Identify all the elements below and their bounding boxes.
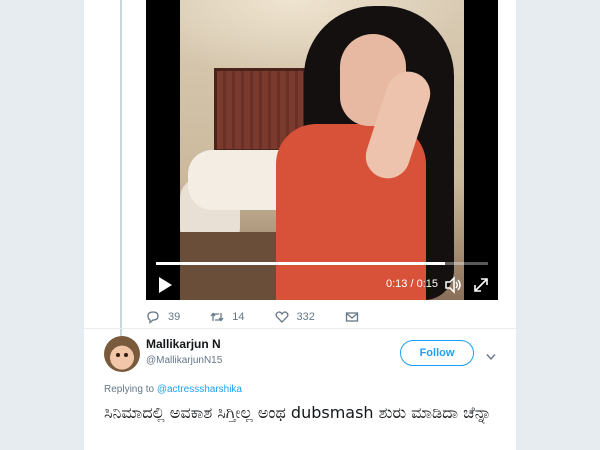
video-time: 0:13 / 0:15 (386, 278, 438, 290)
video-frame (180, 0, 464, 300)
divider (84, 328, 516, 329)
dm-button[interactable] (345, 310, 367, 324)
avatar[interactable] (104, 336, 140, 372)
like-count: 332 (296, 311, 315, 323)
replying-prefix: Replying to (104, 384, 155, 395)
play-icon[interactable] (156, 276, 174, 294)
retweet-button[interactable]: 14 (210, 310, 245, 324)
video-progress-bar[interactable] (156, 262, 488, 265)
replying-to: Replying to @actresssharshika (104, 384, 242, 395)
thread-line (120, 0, 122, 336)
video-progress-fill (156, 262, 445, 265)
volume-icon[interactable] (444, 276, 462, 294)
reply-count: 39 (168, 311, 181, 323)
retweet-icon (210, 310, 224, 324)
follow-button[interactable]: Follow (400, 340, 474, 366)
reply-icon (146, 310, 160, 324)
user-handle[interactable]: @MallikarjunN15 (146, 355, 222, 366)
video-player[interactable]: 0:13 / 0:15 (146, 0, 498, 300)
like-button[interactable]: 332 (274, 310, 315, 324)
user-name[interactable]: Mallikarjun N (146, 337, 221, 351)
chevron-down-icon[interactable] (486, 348, 496, 361)
tweet-text: ಸಿನಿಮಾದಲ್ಲಿ ಅವಕಾಶ ಸಿಗ್ತೀಲ್ಲ ಅಂಥ dubsmash… (104, 403, 492, 422)
mail-icon (345, 310, 359, 324)
heart-icon (274, 310, 289, 324)
fullscreen-icon[interactable] (472, 276, 490, 294)
reply-button[interactable]: 39 (146, 310, 180, 324)
retweet-count: 14 (232, 311, 245, 323)
tweet-actions: 39 14 332 (146, 308, 397, 326)
replying-mention[interactable]: @actresssharshika (157, 384, 242, 395)
